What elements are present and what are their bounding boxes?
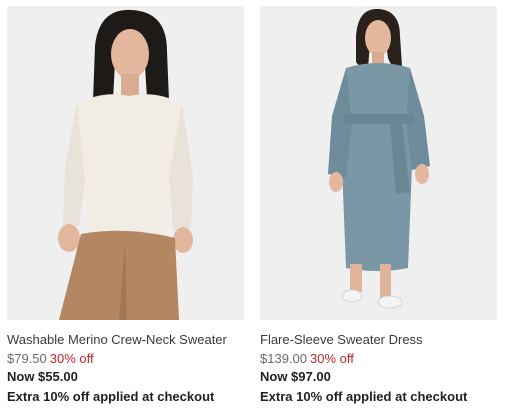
product-name[interactable]: Washable Merino Crew-Neck Sweater	[7, 332, 244, 348]
promo-text: Extra 10% off applied at checkout	[260, 389, 468, 404]
discount-label: 30% off	[310, 351, 354, 366]
original-price: $139.00	[260, 351, 307, 366]
price-line: $79.50 30% off	[7, 350, 244, 368]
product-image[interactable]	[7, 6, 244, 320]
sale-price: Now $97.00	[260, 369, 331, 384]
sale-price: Now $55.00	[7, 369, 78, 384]
product-name[interactable]: Flare-Sleeve Sweater Dress	[260, 332, 497, 348]
sweater-photo	[7, 6, 244, 320]
product-card[interactable]: Flare-Sleeve Sweater Dress $139.00 30% of…	[260, 6, 497, 407]
price-line: $139.00 30% off	[260, 350, 497, 368]
discount-label: 30% off	[49, 351, 94, 366]
promo-text: Extra 10% off applied at checkout	[7, 389, 215, 404]
dress-photo	[260, 6, 497, 320]
original-price: $79.50	[7, 351, 47, 366]
product-card[interactable]: Washable Merino Crew-Neck Sweater $79.50…	[7, 6, 244, 407]
product-grid: Washable Merino Crew-Neck Sweater $79.50…	[0, 0, 506, 413]
product-image[interactable]	[260, 6, 497, 320]
